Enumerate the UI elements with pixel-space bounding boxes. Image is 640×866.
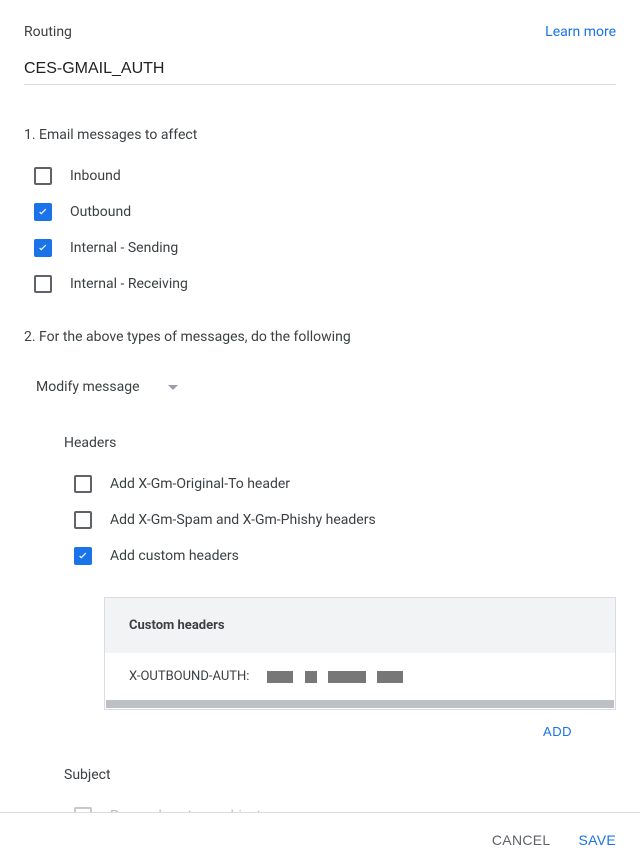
custom-headers-title: Custom headers: [105, 598, 615, 653]
checkbox-icon: [74, 475, 92, 493]
checkbox-internal-sending[interactable]: Internal - Sending: [34, 239, 616, 257]
checkbox-internal-receiving[interactable]: Internal - Receiving: [34, 275, 616, 293]
message-type-list: Inbound Outbound Internal - Sending Inte…: [24, 167, 616, 293]
headers-group: Headers Add X-Gm-Original-To header Add …: [64, 435, 616, 565]
panel-horizontal-scrollbar[interactable]: [106, 700, 614, 708]
learn-more-link[interactable]: Learn more: [545, 24, 616, 40]
chevron-down-icon: [168, 385, 178, 390]
dialog-scroll[interactable]: Routing Learn more 1. Email messages to …: [0, 0, 640, 812]
checkbox-label: Internal - Receiving: [70, 276, 188, 292]
action-dropdown[interactable]: Modify message: [24, 369, 186, 405]
checkbox-icon: [74, 547, 92, 565]
subject-heading: Subject: [64, 767, 616, 783]
header-row: Routing Learn more: [24, 24, 616, 40]
routing-dialog: Routing Learn more 1. Email messages to …: [0, 0, 640, 866]
custom-header-key: X-OUTBOUND-AUTH:: [129, 669, 249, 684]
checkbox-original-to[interactable]: Add X-Gm-Original-To header: [74, 475, 616, 493]
section2-label: 2. For the above types of messages, do t…: [24, 329, 616, 345]
checkbox-icon: [34, 275, 52, 293]
checkbox-icon: [74, 511, 92, 529]
dialog-content: Routing Learn more 1. Email messages to …: [0, 0, 640, 812]
checkbox-custom-headers[interactable]: Add custom headers: [74, 547, 616, 565]
checkbox-outbound[interactable]: Outbound: [34, 203, 616, 221]
checkbox-icon: [34, 203, 52, 221]
add-header-row: ADD: [24, 710, 616, 739]
page-title: Routing: [24, 24, 72, 40]
checkbox-label: Add custom headers: [110, 548, 239, 564]
checkbox-icon: [34, 167, 52, 185]
checkbox-label: Add X-Gm-Spam and X-Gm-Phishy headers: [110, 512, 376, 528]
dropdown-label: Modify message: [36, 379, 140, 395]
subject-group: Subject Prepend custom subject: [64, 767, 616, 812]
dialog-footer: CANCEL SAVE: [0, 812, 640, 866]
rule-name-input[interactable]: [24, 58, 616, 85]
custom-headers-panel: Custom headers X-OUTBOUND-AUTH:: [104, 597, 616, 710]
headers-heading: Headers: [64, 435, 616, 451]
checkbox-label: Add X-Gm-Original-To header: [110, 476, 290, 492]
checkbox-label: Outbound: [70, 204, 131, 220]
checkbox-icon: [34, 239, 52, 257]
section1-label: 1. Email messages to affect: [24, 127, 616, 143]
checkbox-spam-phishy[interactable]: Add X-Gm-Spam and X-Gm-Phishy headers: [74, 511, 616, 529]
checkbox-label: Internal - Sending: [70, 240, 178, 256]
custom-header-value-redacted: [267, 669, 403, 684]
checkbox-label: Inbound: [70, 168, 121, 184]
cancel-button[interactable]: CANCEL: [492, 832, 551, 848]
save-button[interactable]: SAVE: [578, 832, 616, 848]
headers-checkbox-list: Add X-Gm-Original-To header Add X-Gm-Spa…: [64, 475, 616, 565]
custom-header-row[interactable]: X-OUTBOUND-AUTH:: [105, 653, 615, 700]
add-header-button[interactable]: ADD: [543, 724, 572, 739]
checkbox-inbound[interactable]: Inbound: [34, 167, 616, 185]
